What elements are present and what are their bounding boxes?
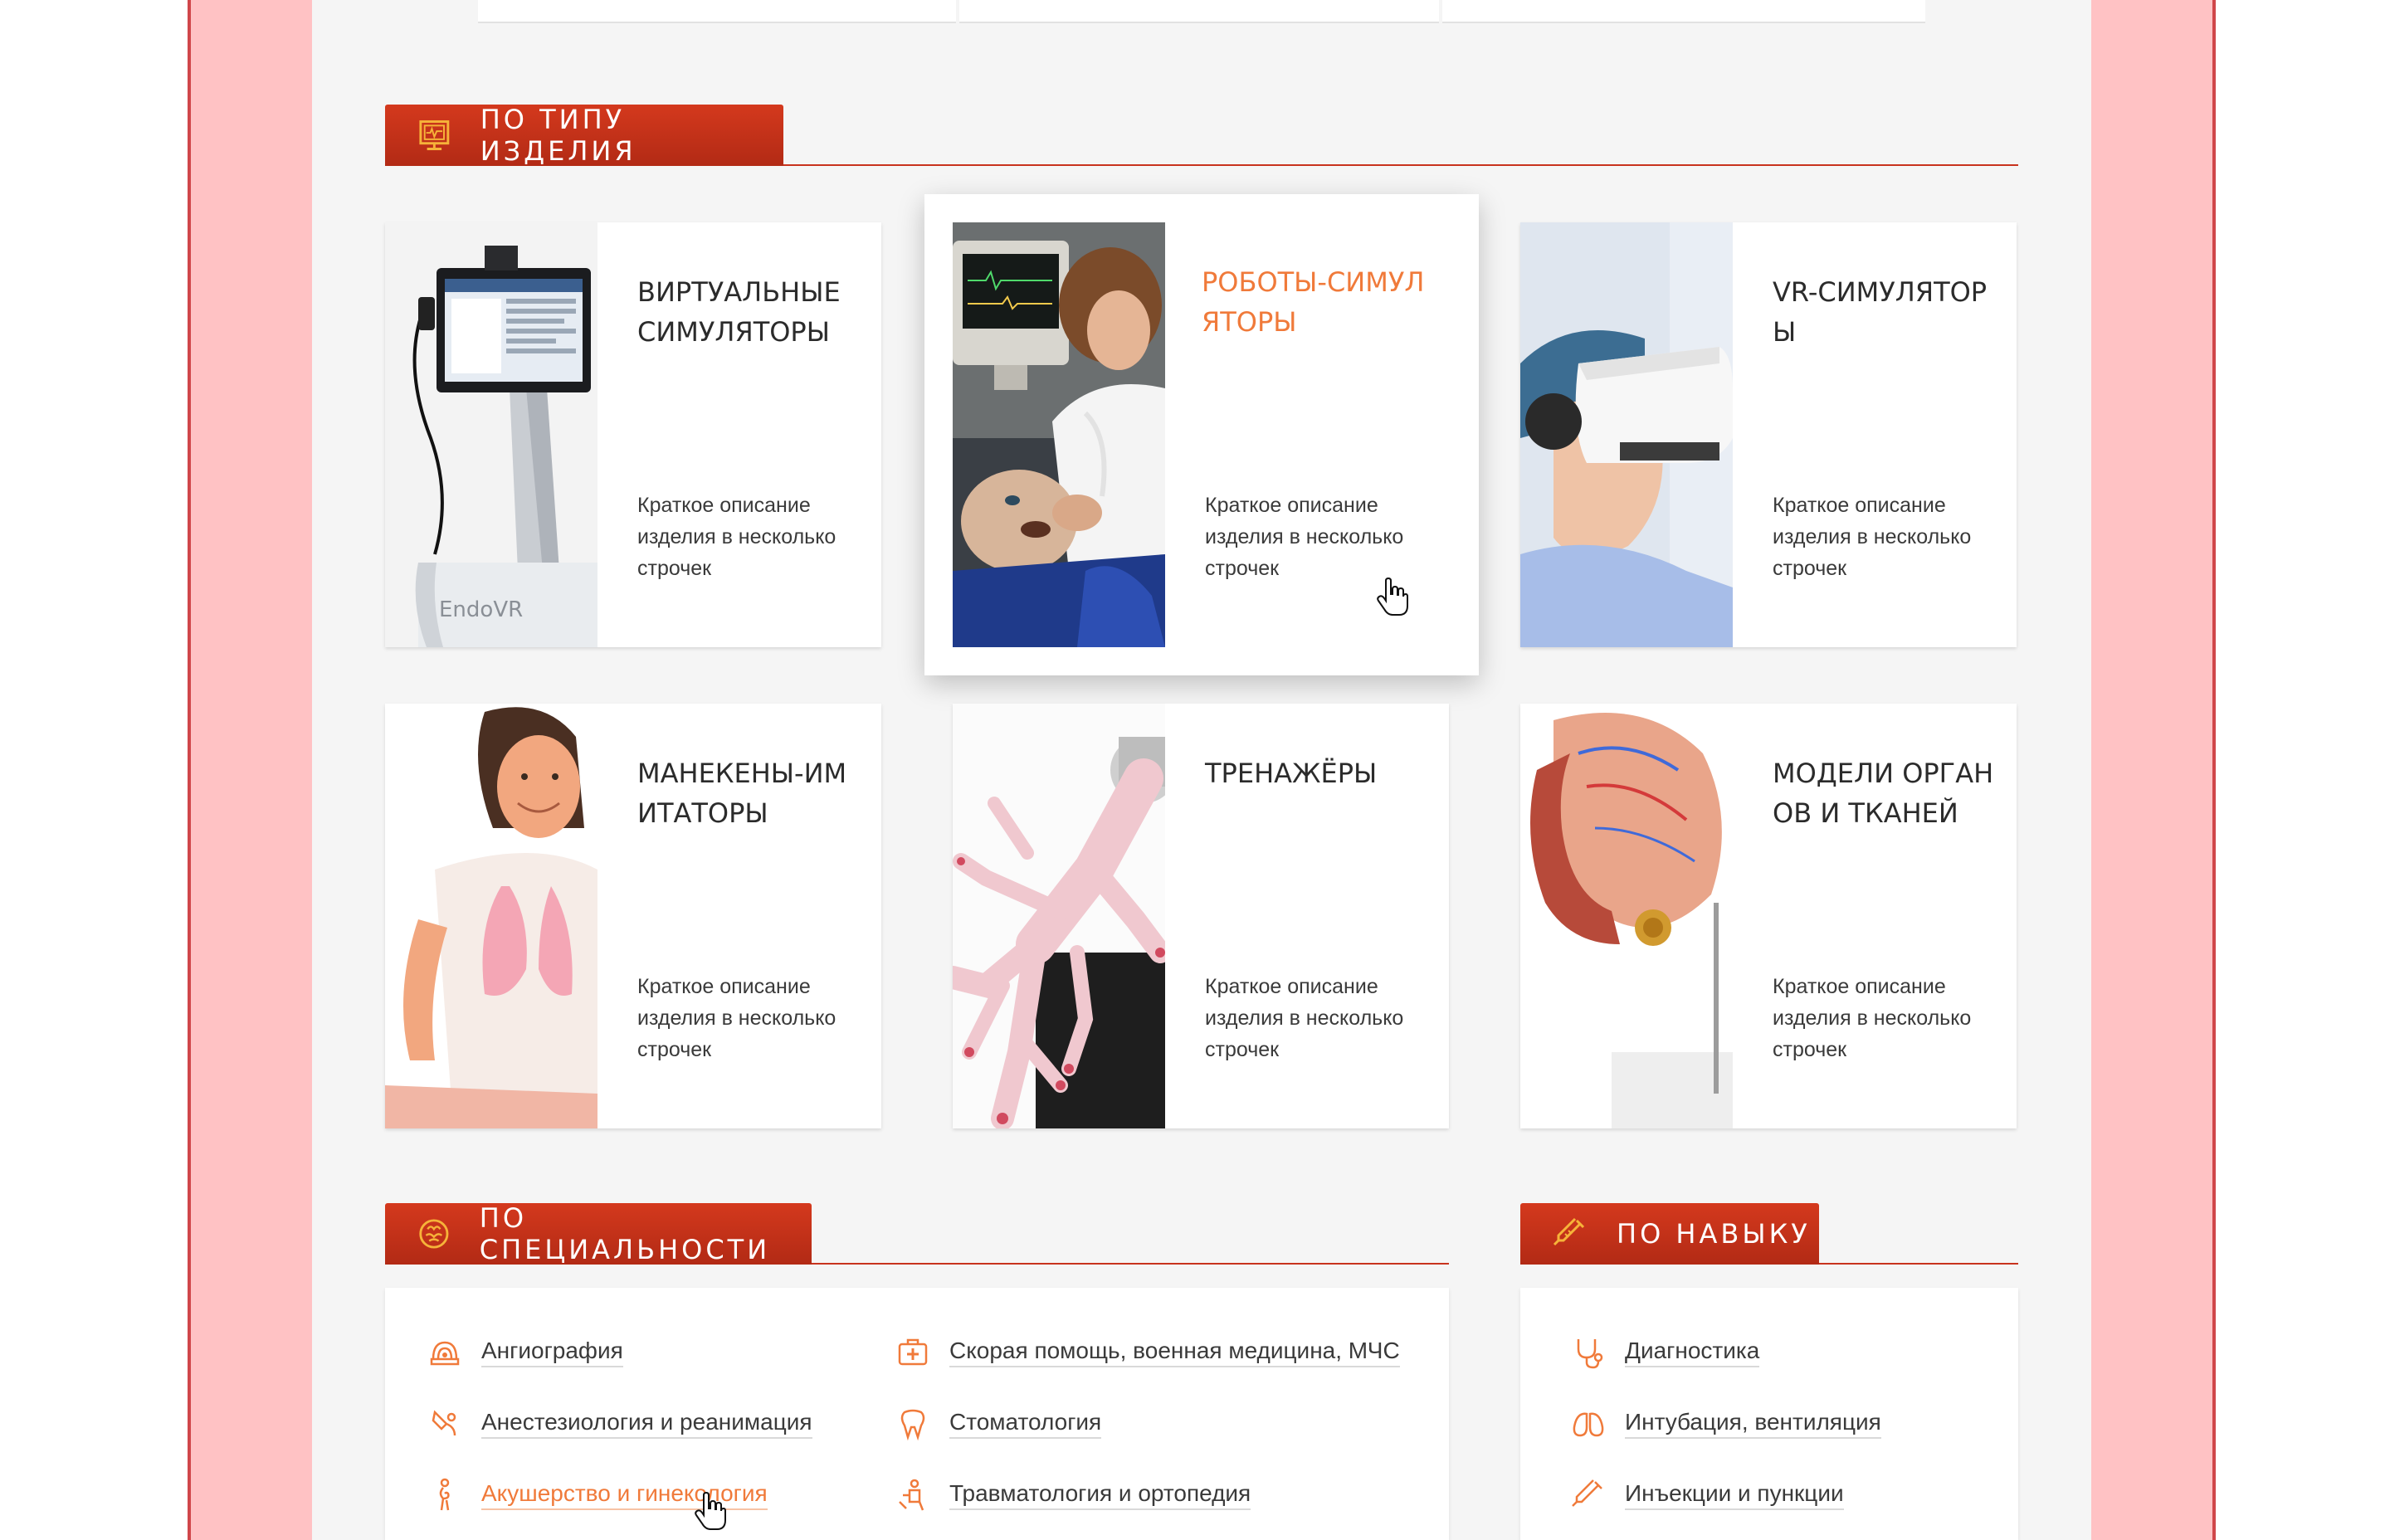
product-type-tab[interactable]: ПО ТИПУ ИЗДЕЛИЯ — [385, 104, 783, 167]
specialty-item-traumatology[interactable]: Травматология и ортопедия — [895, 1477, 1251, 1513]
bronchial-tree-image — [953, 704, 1165, 1128]
product-card-mannequins[interactable]: МАНЕКЕНЫ-ИМИТАТОРЫ Краткое описание изде… — [385, 704, 881, 1128]
orthopedics-icon — [899, 1479, 924, 1511]
skill-list: Диагностика Интубация, вентиляция Инъекц… — [1520, 1288, 2018, 1540]
card-title: РОБОТЫ-СИМУЛЯТОРЫ — [1202, 266, 1425, 338]
skill-label: Инъекции и пункции — [1625, 1480, 1844, 1510]
card-title: ВИРТУАЛЬНЫЕ СИМУЛЯТОРЫ — [637, 276, 841, 348]
tooth-icon — [900, 1409, 925, 1441]
stethoscope-icon — [1577, 1339, 1603, 1369]
skill-header: ПО НАВЫКУ — [1520, 1203, 2018, 1265]
specialty-item-emergency[interactable]: Скорая помощь, военная медицина, МЧС — [895, 1334, 1400, 1371]
specialty-label: Стоматология — [949, 1409, 1102, 1439]
specialty-tab[interactable]: ПО СПЕЦИАЛЬНОСТИ — [385, 1202, 812, 1265]
product-card-virtual-simulators[interactable]: EndoVR ВИРТУАЛЬНЫЕ СИМУЛЯТОРЫ Краткое оп… — [385, 222, 881, 647]
specialty-label: Травматология и ортопедия — [949, 1480, 1251, 1510]
skill-item-intubation[interactable]: Интубация, вентиляция — [1570, 1406, 1881, 1442]
product-card-robot-simulators[interactable]: РОБОТЫ-СИМУЛЯТОРЫ Краткое описание издел… — [924, 194, 1479, 675]
organ-model-image — [1520, 704, 1733, 1128]
pregnancy-icon — [439, 1478, 450, 1511]
monitor-icon — [419, 120, 450, 150]
product-type-header: ПО ТИПУ ИЗДЕЛИЯ — [385, 104, 2018, 167]
endovr-simulator-image: EndoVR — [385, 222, 598, 647]
previous-section-cell — [1442, 0, 1925, 23]
brain-icon — [419, 1219, 449, 1249]
card-description: Краткое описание изделия в несколько стр… — [1773, 494, 1972, 580]
lungs-icon — [1573, 1412, 1604, 1437]
card-description: Краткое описание изделия в несколько стр… — [1773, 975, 1972, 1061]
card-title: VR-СИМУЛЯТОРЫ — [1773, 276, 1988, 348]
specialty-item-dentistry[interactable]: Стоматология — [895, 1406, 1102, 1442]
child-mannequin-image — [385, 704, 598, 1128]
skill-label: Диагностика — [1625, 1338, 1760, 1367]
skill-item-injections[interactable]: Инъекции и пункции — [1570, 1477, 1844, 1513]
card-description: Краткое описание изделия в несколько стр… — [1205, 494, 1404, 580]
skill-label: Интубация, вентиляция — [1625, 1409, 1881, 1439]
first-aid-icon — [898, 1338, 928, 1366]
card-description: Краткое описание изделия в несколько стр… — [1205, 975, 1404, 1061]
specialty-list: Ангиография Анестезиология и реанимация … — [385, 1288, 1449, 1540]
card-title: МАНЕКЕНЫ-ИМИТАТОРЫ — [637, 758, 847, 829]
vr-headset-image — [1520, 222, 1733, 647]
previous-section-cell — [959, 0, 1439, 23]
card-description: Краткое описание изделия в несколько стр… — [637, 494, 836, 580]
specialty-label: Скорая помощь, военная медицина, МЧС — [949, 1338, 1400, 1367]
angiography-icon — [430, 1341, 460, 1366]
hand-cursor-icon — [1377, 578, 1408, 616]
syringe-icon — [1553, 1217, 1585, 1246]
hand-cursor-icon — [695, 1492, 726, 1530]
specialty-item-angiography[interactable]: Ангиография — [427, 1334, 623, 1371]
skill-tab[interactable]: ПО НАВЫКУ — [1520, 1203, 1819, 1265]
skill-item-diagnostics[interactable]: Диагностика — [1570, 1334, 1760, 1371]
anesthesia-icon — [432, 1410, 456, 1436]
specialty-label: Ангиография — [481, 1338, 623, 1367]
card-description: Краткое описание изделия в несколько стр… — [637, 975, 836, 1061]
section-title: ПО ТИПУ ИЗДЕЛИЯ — [480, 104, 637, 167]
robot-mannequin-image — [953, 222, 1165, 647]
product-card-trainers[interactable]: ТРЕНАЖЁРЫ Краткое описание изделия в нес… — [953, 704, 1449, 1128]
previous-section-row — [478, 0, 1925, 23]
previous-section-cell — [478, 0, 956, 23]
specialty-item-anesthesiology[interactable]: Анестезиология и реанимация — [427, 1406, 812, 1442]
syringe-small-icon — [1572, 1479, 1602, 1507]
section-title: ПО НАВЫКУ — [1617, 1218, 1811, 1250]
endovr-logo: EndoVR — [439, 597, 523, 622]
specialty-label: Анестезиология и реанимация — [481, 1409, 812, 1439]
product-card-organ-models[interactable]: МОДЕЛИ ОРГАНОВ И ТКАНЕЙ Краткое описание… — [1520, 704, 2017, 1128]
card-title: ТРЕНАЖЁРЫ — [1205, 758, 1378, 789]
section-title: ПО СПЕЦИАЛЬНОСТИ — [479, 1202, 771, 1265]
specialty-header: ПО СПЕЦИАЛЬНОСТИ — [385, 1202, 1449, 1265]
card-title: МОДЕЛИ ОРГАНОВ И ТКАНЕЙ — [1773, 758, 1994, 829]
product-card-vr-simulators[interactable]: VR-СИМУЛЯТОРЫ Краткое описание изделия в… — [1520, 222, 2017, 647]
catalog-content: ПО ТИПУ ИЗДЕЛИЯ EndoVR ВИРТУАЛЬНЫЕ СИМУЛ… — [312, 0, 2091, 1540]
